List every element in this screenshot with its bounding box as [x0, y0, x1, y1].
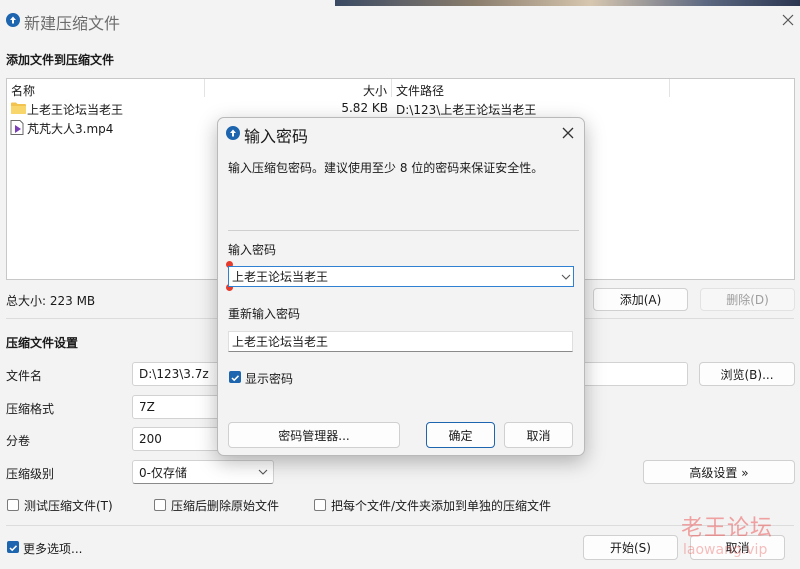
delete-button[interactable]: 删除(D) [700, 288, 795, 311]
add-files-header: 添加文件到压缩文件 [6, 53, 115, 67]
delete-after-label: 压缩后删除原始文件 [171, 499, 280, 513]
divider [6, 525, 794, 526]
video-file-icon [10, 120, 24, 135]
password-manager-button[interactable]: 密码管理器... [228, 422, 400, 448]
folder-icon [11, 102, 26, 114]
format-value: 7Z [139, 400, 155, 414]
watermark-url: laowang.vip [683, 542, 768, 558]
password-dialog: 输入密码 输入压缩包密码。建议使用至少 8 位的密码来保证安全性。 输入密码 上… [217, 117, 585, 456]
checkmark-icon [9, 545, 18, 552]
split-label: 分卷 [6, 434, 31, 448]
start-button[interactable]: 开始(S) [583, 535, 678, 560]
add-button[interactable]: 添加(A) [593, 288, 688, 311]
separate-archives-checkbox[interactable] [314, 499, 326, 511]
reenter-password-input[interactable]: 上老王论坛当老王 [228, 331, 573, 352]
level-select[interactable]: 0-仅存储 [132, 460, 274, 484]
close-icon[interactable] [560, 125, 576, 141]
file-name: 上老王论坛当老王 [27, 103, 124, 117]
advanced-settings-button[interactable]: 高级设置 » [643, 460, 795, 484]
browse-button[interactable]: 浏览(B)... [699, 362, 795, 386]
total-size: 总大小: 223 MB [6, 294, 96, 308]
app-icon [6, 13, 20, 27]
dialog-cancel-button[interactable]: 取消 [504, 422, 573, 448]
chevron-down-icon[interactable] [561, 274, 571, 280]
file-size: 5.82 KB [341, 101, 388, 115]
reenter-password-value: 上老王论坛当老王 [232, 335, 329, 349]
app-icon [226, 126, 240, 140]
column-divider[interactable] [204, 79, 205, 97]
file-name: 芃芃大人3.mp4 [27, 122, 114, 136]
archive-settings-header: 压缩文件设置 [6, 336, 79, 350]
column-divider[interactable] [391, 79, 392, 97]
test-archive-checkbox[interactable] [7, 499, 19, 511]
column-header-size[interactable]: 大小 [363, 82, 387, 99]
watermark-title: 老王论坛 [681, 516, 774, 541]
chevron-down-icon [258, 469, 268, 475]
window-title: 新建压缩文件 [24, 14, 121, 33]
password-combobox[interactable]: 上老王论坛当老王 [228, 266, 574, 287]
more-options-label: 更多选项... [23, 542, 83, 556]
divider [228, 230, 579, 231]
separate-archives-label: 把每个文件/文件夹添加到单独的压缩文件 [331, 499, 552, 513]
test-archive-label: 测试压缩文件(T) [24, 499, 113, 513]
close-icon[interactable] [780, 12, 796, 28]
show-password-checkbox[interactable] [229, 371, 241, 383]
dialog-title: 输入密码 [244, 127, 309, 146]
ok-button[interactable]: 确定 [426, 422, 495, 448]
file-path: D:\123\上老王论坛当老王 [396, 103, 537, 117]
level-value: 0-仅存储 [139, 465, 187, 480]
delete-after-checkbox[interactable] [154, 499, 166, 511]
password-label: 输入密码 [228, 243, 277, 257]
more-options-checkbox[interactable] [7, 541, 19, 553]
dialog-description: 输入压缩包密码。建议使用至少 8 位的密码来保证安全性。 [228, 161, 544, 175]
file-row[interactable]: 上老王论坛当老王 5.82 KB D:\123\上老王论坛当老王 [7, 99, 792, 118]
show-password-label: 显示密码 [245, 372, 294, 386]
filename-value: D:\123\3.7z [139, 367, 209, 381]
column-divider[interactable] [669, 79, 670, 97]
reenter-password-label: 重新输入密码 [228, 307, 301, 321]
format-label: 压缩格式 [6, 402, 55, 416]
column-header-path[interactable]: 文件路径 [396, 82, 444, 99]
column-header-name[interactable]: 名称 [11, 82, 35, 99]
split-value: 200 [139, 432, 162, 446]
split-input[interactable]: 200 [132, 427, 222, 451]
level-label: 压缩级别 [6, 467, 55, 481]
format-select[interactable]: 7Z [132, 395, 222, 419]
checkmark-icon [231, 375, 240, 382]
filename-label: 文件名 [6, 369, 43, 383]
password-value: 上老王论坛当老王 [232, 270, 329, 284]
